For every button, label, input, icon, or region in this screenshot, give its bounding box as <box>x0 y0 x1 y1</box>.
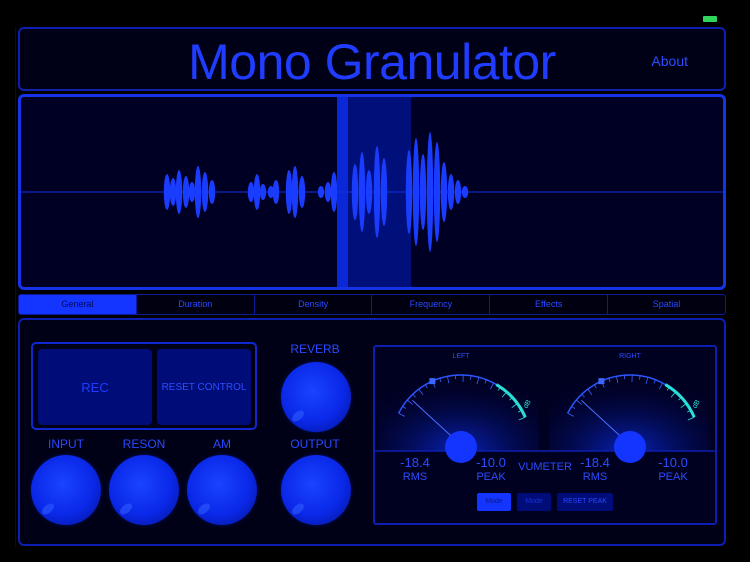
waveform-grain <box>405 150 413 234</box>
input-knob[interactable] <box>31 455 101 525</box>
vu-left-channel-label: LEFT <box>452 353 470 360</box>
rec-button[interactable]: REC <box>38 349 152 425</box>
waveform-grain <box>419 154 427 230</box>
waveform-grain <box>380 158 388 226</box>
reset-peak-button[interactable]: RESET PEAK <box>557 493 613 511</box>
waveform-grain <box>285 170 293 214</box>
waveform-display[interactable] <box>18 94 726 290</box>
waveform-grain <box>259 184 267 200</box>
waveform-grain <box>272 180 280 204</box>
tab-general[interactable]: General <box>19 295 137 314</box>
vu-peak-marker <box>598 378 605 385</box>
am-label: AM <box>213 437 231 451</box>
controls-panel: REC RESET CONTROL REVERB INPUT RESON AM … <box>18 318 726 546</box>
header-panel: Mono Granulator About <box>18 27 726 91</box>
tab-effects[interactable]: Effects <box>490 295 609 314</box>
vu-peak-marker <box>429 378 436 385</box>
tab-frequency[interactable]: Frequency <box>372 295 491 314</box>
waveform-grain <box>461 186 469 198</box>
waveform-grain <box>433 142 441 242</box>
right-peak-value: -10.0 <box>658 455 688 470</box>
waveform-grain <box>169 178 177 206</box>
battery-indicator <box>703 16 717 22</box>
tab-density[interactable]: Density <box>255 295 373 314</box>
vumeter-panel: LEFT RIGHT dB dB -18.4 RMS -10.0 PEAK VU… <box>373 345 717 525</box>
vu-mode-button-2[interactable]: Mode <box>517 493 551 511</box>
waveform-grain <box>365 170 373 214</box>
left-rms-value: -18.4 <box>400 455 430 470</box>
waveform-grain <box>291 166 299 218</box>
waveform-grain <box>317 186 325 198</box>
waveform-grain <box>412 138 420 246</box>
waveform-grain <box>330 172 338 212</box>
reverb-knob[interactable] <box>281 362 351 432</box>
tab-bar: General Duration Density Frequency Effec… <box>18 294 726 315</box>
left-rms-label: RMS <box>402 471 428 483</box>
reson-label: RESON <box>122 437 166 451</box>
waveform-grain <box>351 164 359 220</box>
waveform-grain <box>447 174 455 210</box>
waveform-grain <box>440 162 448 222</box>
am-knob[interactable] <box>187 455 257 525</box>
output-knob[interactable] <box>281 455 351 525</box>
waveform-grain <box>253 174 261 210</box>
waveform-grain <box>208 180 216 204</box>
vu-right-channel-label: RIGHT <box>619 353 642 360</box>
waveform-grain <box>247 182 255 202</box>
right-rms-value: -18.4 <box>580 455 610 470</box>
waveform-grain <box>175 170 183 214</box>
waveform-grain <box>188 182 196 202</box>
right-rms-label: RMS <box>582 471 608 483</box>
app-title: Mono Granulator <box>188 34 556 90</box>
waveform-grain <box>324 182 332 202</box>
tab-spatial[interactable]: Spatial <box>608 295 725 314</box>
waveform-grain <box>373 146 381 238</box>
waveform-grain <box>454 180 462 204</box>
waveform-grain <box>298 176 306 208</box>
waveform-grain <box>426 132 434 252</box>
waveform-grain <box>182 176 190 208</box>
right-peak-label: PEAK <box>658 471 688 483</box>
waveform-grain <box>194 166 202 218</box>
reset-control-button[interactable]: RESET CONTROL <box>157 349 251 425</box>
tab-duration[interactable]: Duration <box>137 295 255 314</box>
reverb-label: REVERB <box>290 342 340 356</box>
vu-tick <box>470 375 472 380</box>
waveform-grain <box>201 172 209 212</box>
waveform-graphic <box>21 97 723 287</box>
input-label: INPUT <box>48 437 84 451</box>
edge-line <box>15 27 16 547</box>
vu-mode-button-1[interactable]: Mode <box>477 493 511 511</box>
waveform-grain <box>358 152 366 232</box>
output-label: OUTPUT <box>290 437 340 451</box>
about-link[interactable]: About <box>651 53 688 69</box>
vu-tick <box>639 375 641 380</box>
reson-knob[interactable] <box>109 455 179 525</box>
waveform-grain <box>163 174 171 210</box>
recorder-group: REC RESET CONTROL <box>31 342 257 430</box>
